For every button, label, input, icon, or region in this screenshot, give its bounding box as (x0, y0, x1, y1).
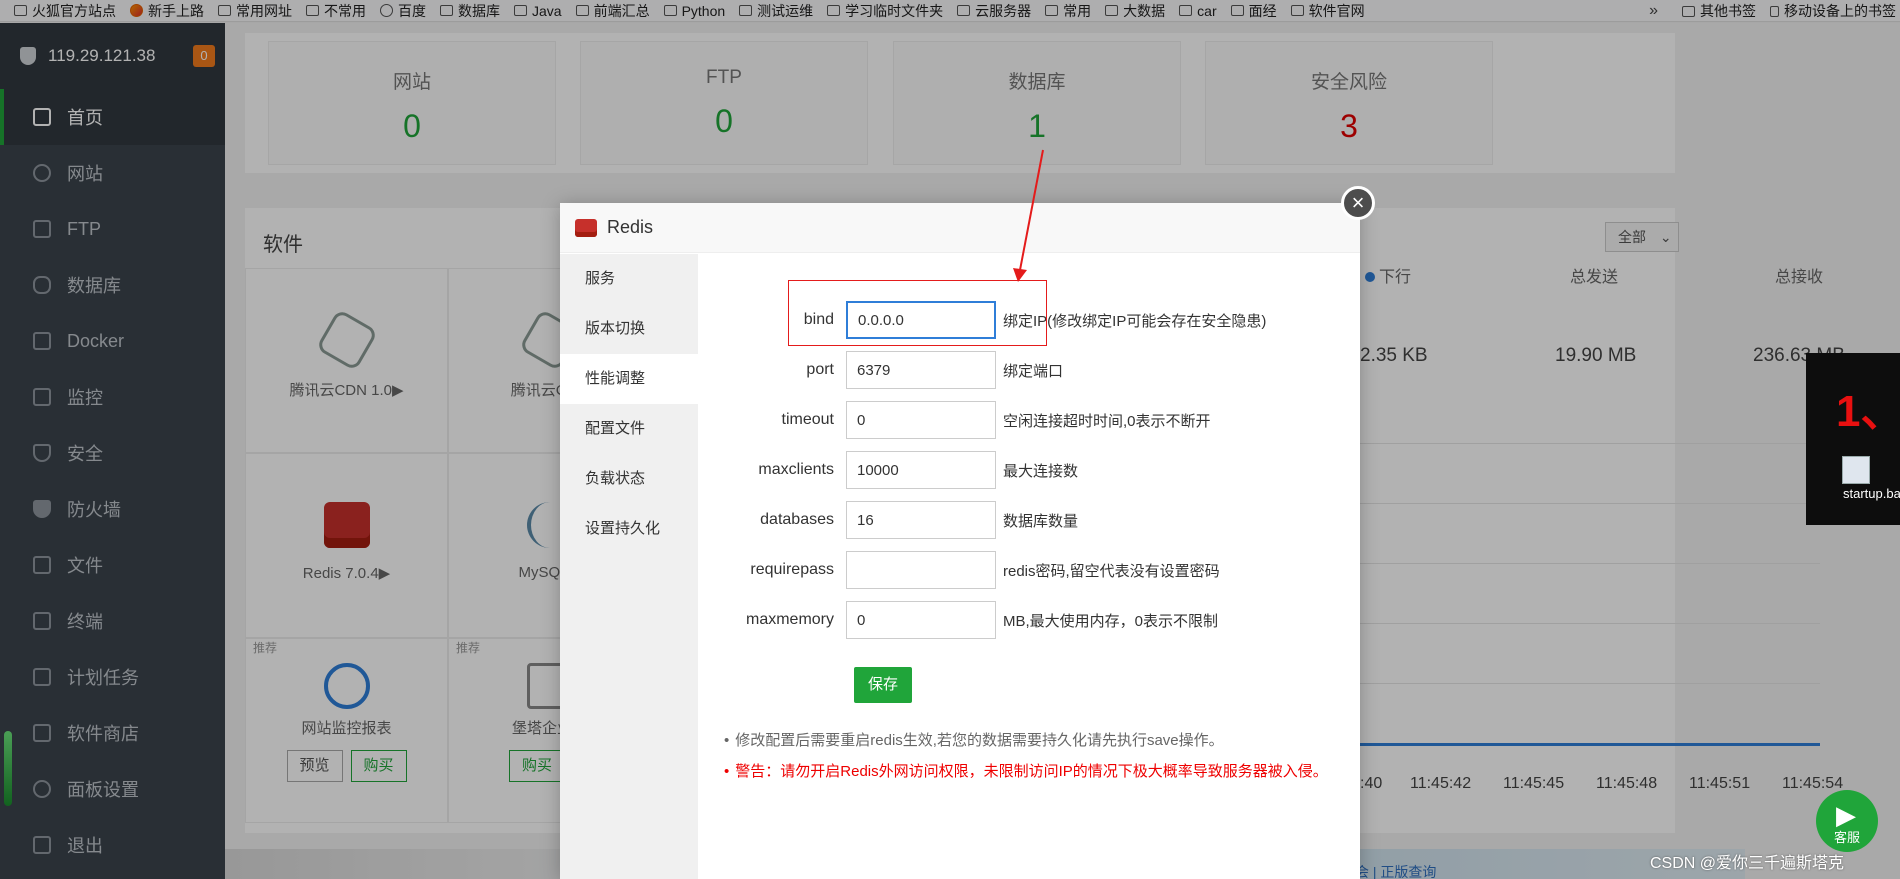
security-warning: 警告：请勿开启Redis外网访问权限，未限制访问IP的情况下极大概率导致服务器被… (724, 760, 1328, 781)
requirepass-input[interactable] (846, 551, 996, 589)
form-row-databases: databases 数据库数量 (698, 501, 1078, 539)
floating-screenshot: 1、 startup.ba (1806, 353, 1900, 525)
form-row-requirepass: requirepass redis密码,留空代表没有设置密码 (698, 551, 1220, 589)
tab-persistence[interactable]: 设置持久化 (560, 504, 698, 554)
port-input[interactable] (846, 351, 996, 389)
dialog-tabs: 服务 版本切换 性能调整 配置文件 负载状态 设置持久化 (560, 254, 698, 879)
tab-load-status[interactable]: 负载状态 (560, 454, 698, 504)
timeout-input[interactable] (846, 401, 996, 439)
databases-input[interactable] (846, 501, 996, 539)
form-row-maxmemory: maxmemory MB,最大使用内存，0表示不限制 (698, 601, 1218, 639)
tab-performance[interactable]: 性能调整 (560, 354, 698, 404)
watermark: CSDN @爱你三千遍斯塔克 (1650, 855, 1845, 872)
tab-config-file[interactable]: 配置文件 (560, 404, 698, 454)
close-icon[interactable]: × (1341, 186, 1375, 220)
form-row-maxclients: maxclients 最大连接数 (698, 451, 1078, 489)
annotation-number: 1、 (1836, 387, 1900, 436)
tab-service[interactable]: 服务 (560, 254, 698, 304)
batch-file-icon (1842, 456, 1870, 484)
file-name: startup.ba (1843, 486, 1900, 501)
save-button[interactable]: 保存 (854, 667, 912, 703)
maxmemory-input[interactable] (846, 601, 996, 639)
tab-version[interactable]: 版本切换 (560, 304, 698, 354)
maxclients-input[interactable] (846, 451, 996, 489)
dialog-header: Redis (560, 203, 1360, 253)
form-row-timeout: timeout 空闲连接超时时间,0表示不断开 (698, 401, 1211, 439)
config-note: 修改配置后需要重启redis生效,若您的数据需要持久化请先执行save操作。 (724, 729, 1223, 750)
annotation-highlight-box (788, 280, 1047, 346)
dialog-title: Redis (607, 217, 654, 237)
redis-icon (575, 218, 597, 237)
form-row-port: port 绑定端口 (698, 351, 1063, 389)
customer-service-button[interactable]: 客服 (1816, 790, 1878, 852)
